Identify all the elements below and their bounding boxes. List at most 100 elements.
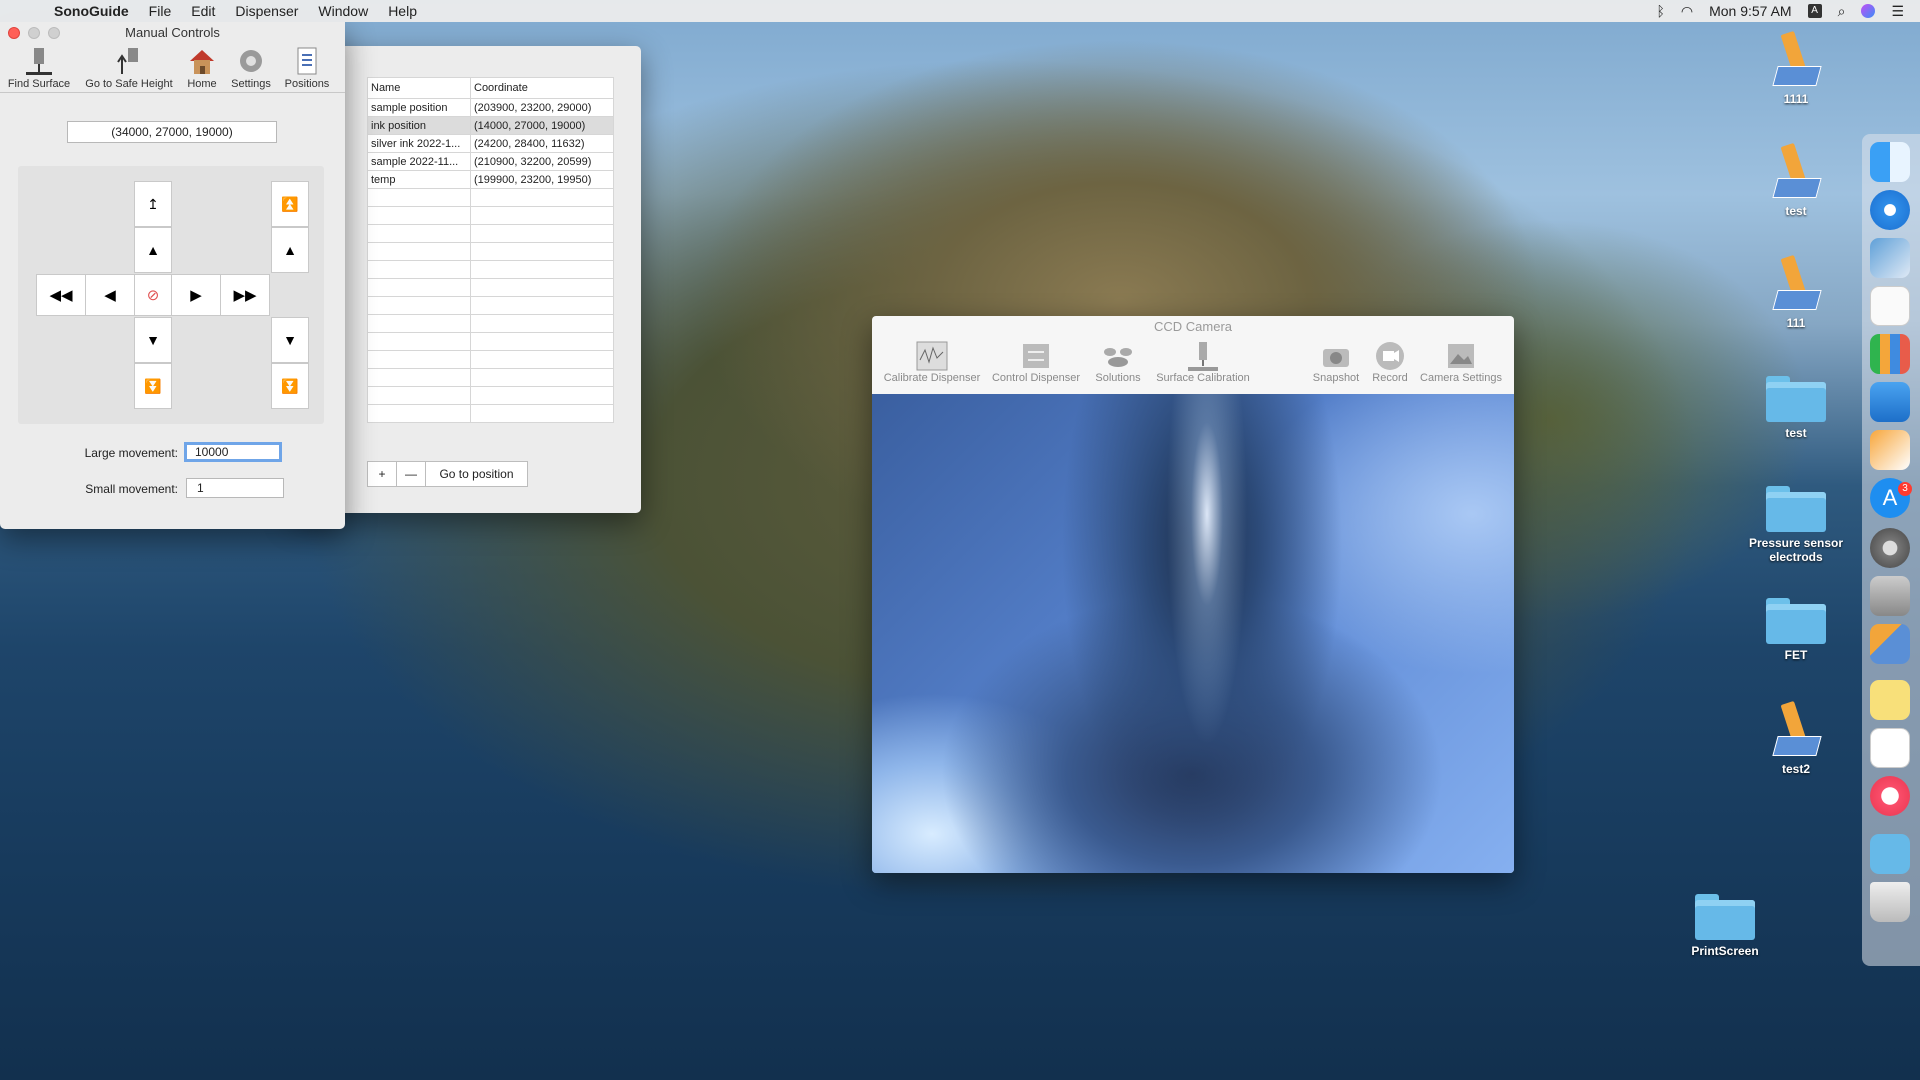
large-movement-input[interactable]: 10000 [184,442,282,462]
trash-icon[interactable] [1870,882,1910,922]
menu-dispenser[interactable]: Dispenser [235,3,298,19]
table-row[interactable]: sample 2022-11... (210900, 32200, 20599) [367,152,614,171]
desktop-folder-pressure-sensor[interactable]: Pressure sensor electrods [1736,486,1856,564]
sonoguide-app-icon[interactable] [1870,576,1910,616]
house-icon [190,50,214,74]
y-down-small-button[interactable]: ▼ [134,317,172,363]
keynote-file-icon[interactable] [1870,624,1910,664]
empty-row [367,350,614,369]
z-down-large-button[interactable]: ⏬ [271,363,309,409]
desktop-icon-test2[interactable]: test2 [1736,700,1856,776]
minimize-window-button[interactable] [28,27,40,39]
go-to-position-button[interactable]: Go to position [425,461,528,487]
safari-icon[interactable] [1870,190,1910,230]
keynote-document-icon [1772,254,1822,312]
image-settings-icon [1448,344,1474,368]
control-dispenser-button[interactable]: Control Dispenser [988,340,1084,384]
spotlight-search-icon[interactable]: ⌕ [1838,3,1846,20]
camera-icon [1323,349,1349,367]
camera-titlebar[interactable]: CCD Camera [872,316,1514,338]
solutions-button[interactable]: Solutions [1090,340,1146,384]
empty-row [367,242,614,261]
positions-button[interactable]: Positions [282,44,332,92]
table-row[interactable]: temp (199900, 23200, 19950) [367,170,614,189]
x-right-large-button[interactable]: ▶▶ [220,274,270,316]
numbers-icon[interactable] [1870,334,1910,374]
menu-edit[interactable]: Edit [191,3,215,19]
dock: A 3 [1862,134,1920,966]
finder-icon[interactable] [1870,142,1910,182]
z-up-small-button[interactable]: ▲ [271,227,309,273]
desktop-icon-1111[interactable]: 1111 [1736,30,1856,106]
x-left-small-button[interactable]: ◀ [85,274,135,316]
x-right-small-button[interactable]: ▶ [171,274,221,316]
close-window-button[interactable] [8,27,20,39]
siri-icon[interactable] [1861,4,1876,18]
z-down-small-button[interactable]: ▼ [271,317,309,363]
safe-height-icon [117,48,138,74]
desktop-icon-111[interactable]: 111 [1736,254,1856,330]
remove-position-button[interactable]: — [396,461,426,487]
menu-window[interactable]: Window [318,3,368,19]
keynote-icon[interactable] [1870,382,1910,422]
go-to-safe-height-button[interactable]: Go to Safe Height [82,44,176,92]
desktop-icon-test[interactable]: test [1736,142,1856,218]
camera-live-view[interactable] [872,394,1514,873]
empty-row [367,404,614,423]
downloads-folder-icon[interactable] [1870,834,1910,874]
music-icon[interactable] [1870,776,1910,816]
folder-icon [1695,894,1755,940]
snapshot-label: Snapshot [1312,372,1360,384]
desktop-folder-test[interactable]: test [1736,376,1856,440]
needle-surface-icon [1188,342,1218,371]
zoom-window-button[interactable] [48,27,60,39]
home-button[interactable]: Home [184,44,220,92]
keynote-document-icon [1772,142,1822,200]
y-up-small-button[interactable]: ▲ [134,227,172,273]
input-source-icon[interactable]: A [1807,4,1822,18]
record-button[interactable]: Record [1368,340,1412,384]
z-up-large-button[interactable]: ⏫ [271,181,309,227]
snapshot-button[interactable]: Snapshot [1308,340,1364,384]
column-header-coordinate[interactable]: Coordinate [470,77,614,99]
desktop-icon-label: test [1785,426,1807,440]
textedit-icon[interactable] [1870,728,1910,768]
pages-icon[interactable] [1870,430,1910,470]
small-movement-input[interactable]: 1 [186,478,284,498]
surface-calibration-button[interactable]: Surface Calibration [1150,340,1256,384]
y-home-button[interactable]: ↥ [134,181,172,227]
jog-control-pad: ↥ ▲ ▼ ⏬ ⏫ ▲ ▼ ⏬ ◀◀ ◀ ⊘ ▶ ▶▶ [18,166,324,424]
stop-button[interactable]: ⊘ [134,274,172,316]
menu-file[interactable]: File [149,3,172,19]
desktop-icon-label: Pressure sensor electrods [1748,536,1844,564]
calibrate-dispenser-button[interactable]: Calibrate Dispenser [880,340,984,384]
menu-help[interactable]: Help [388,3,417,19]
add-position-button[interactable]: + [367,461,397,487]
y-down-large-button[interactable]: ⏬ [134,363,172,409]
find-surface-button[interactable]: Find Surface [4,44,74,92]
manual-controls-titlebar[interactable]: Manual Controls [0,22,345,44]
settings-button[interactable]: Settings [228,44,274,92]
document-list-icon [297,47,317,75]
x-left-large-button[interactable]: ◀◀ [36,274,86,316]
reminders-icon[interactable] [1870,286,1910,326]
preview-icon[interactable] [1870,238,1910,278]
stickies-icon[interactable] [1870,680,1910,720]
desktop-icon-label: 111 [1786,316,1806,330]
empty-row [367,314,614,333]
notification-center-icon[interactable]: ☰ [1891,3,1904,20]
bluetooth-icon[interactable]: ᛒ [1656,3,1664,19]
menu-clock[interactable]: Mon 9:57 AM [1709,3,1792,19]
keynote-document-icon [1772,30,1822,88]
column-header-name[interactable]: Name [367,77,471,99]
empty-row [367,278,614,297]
desktop-folder-printscreen[interactable]: PrintScreen [1665,894,1785,958]
desktop-folder-fet[interactable]: FET [1736,598,1856,662]
system-preferences-icon[interactable] [1870,528,1910,568]
camera-settings-button[interactable]: Camera Settings [1416,340,1506,384]
wifi-icon[interactable]: ◠ [1681,3,1693,20]
app-menu[interactable]: SonoGuide [54,3,129,19]
table-row[interactable]: silver ink 2022-1... (24200, 28400, 11632… [367,134,614,153]
table-row[interactable]: ink position (14000, 27000, 19000) [367,116,614,135]
table-row[interactable]: sample position (203900, 23200, 29000) [367,98,614,117]
